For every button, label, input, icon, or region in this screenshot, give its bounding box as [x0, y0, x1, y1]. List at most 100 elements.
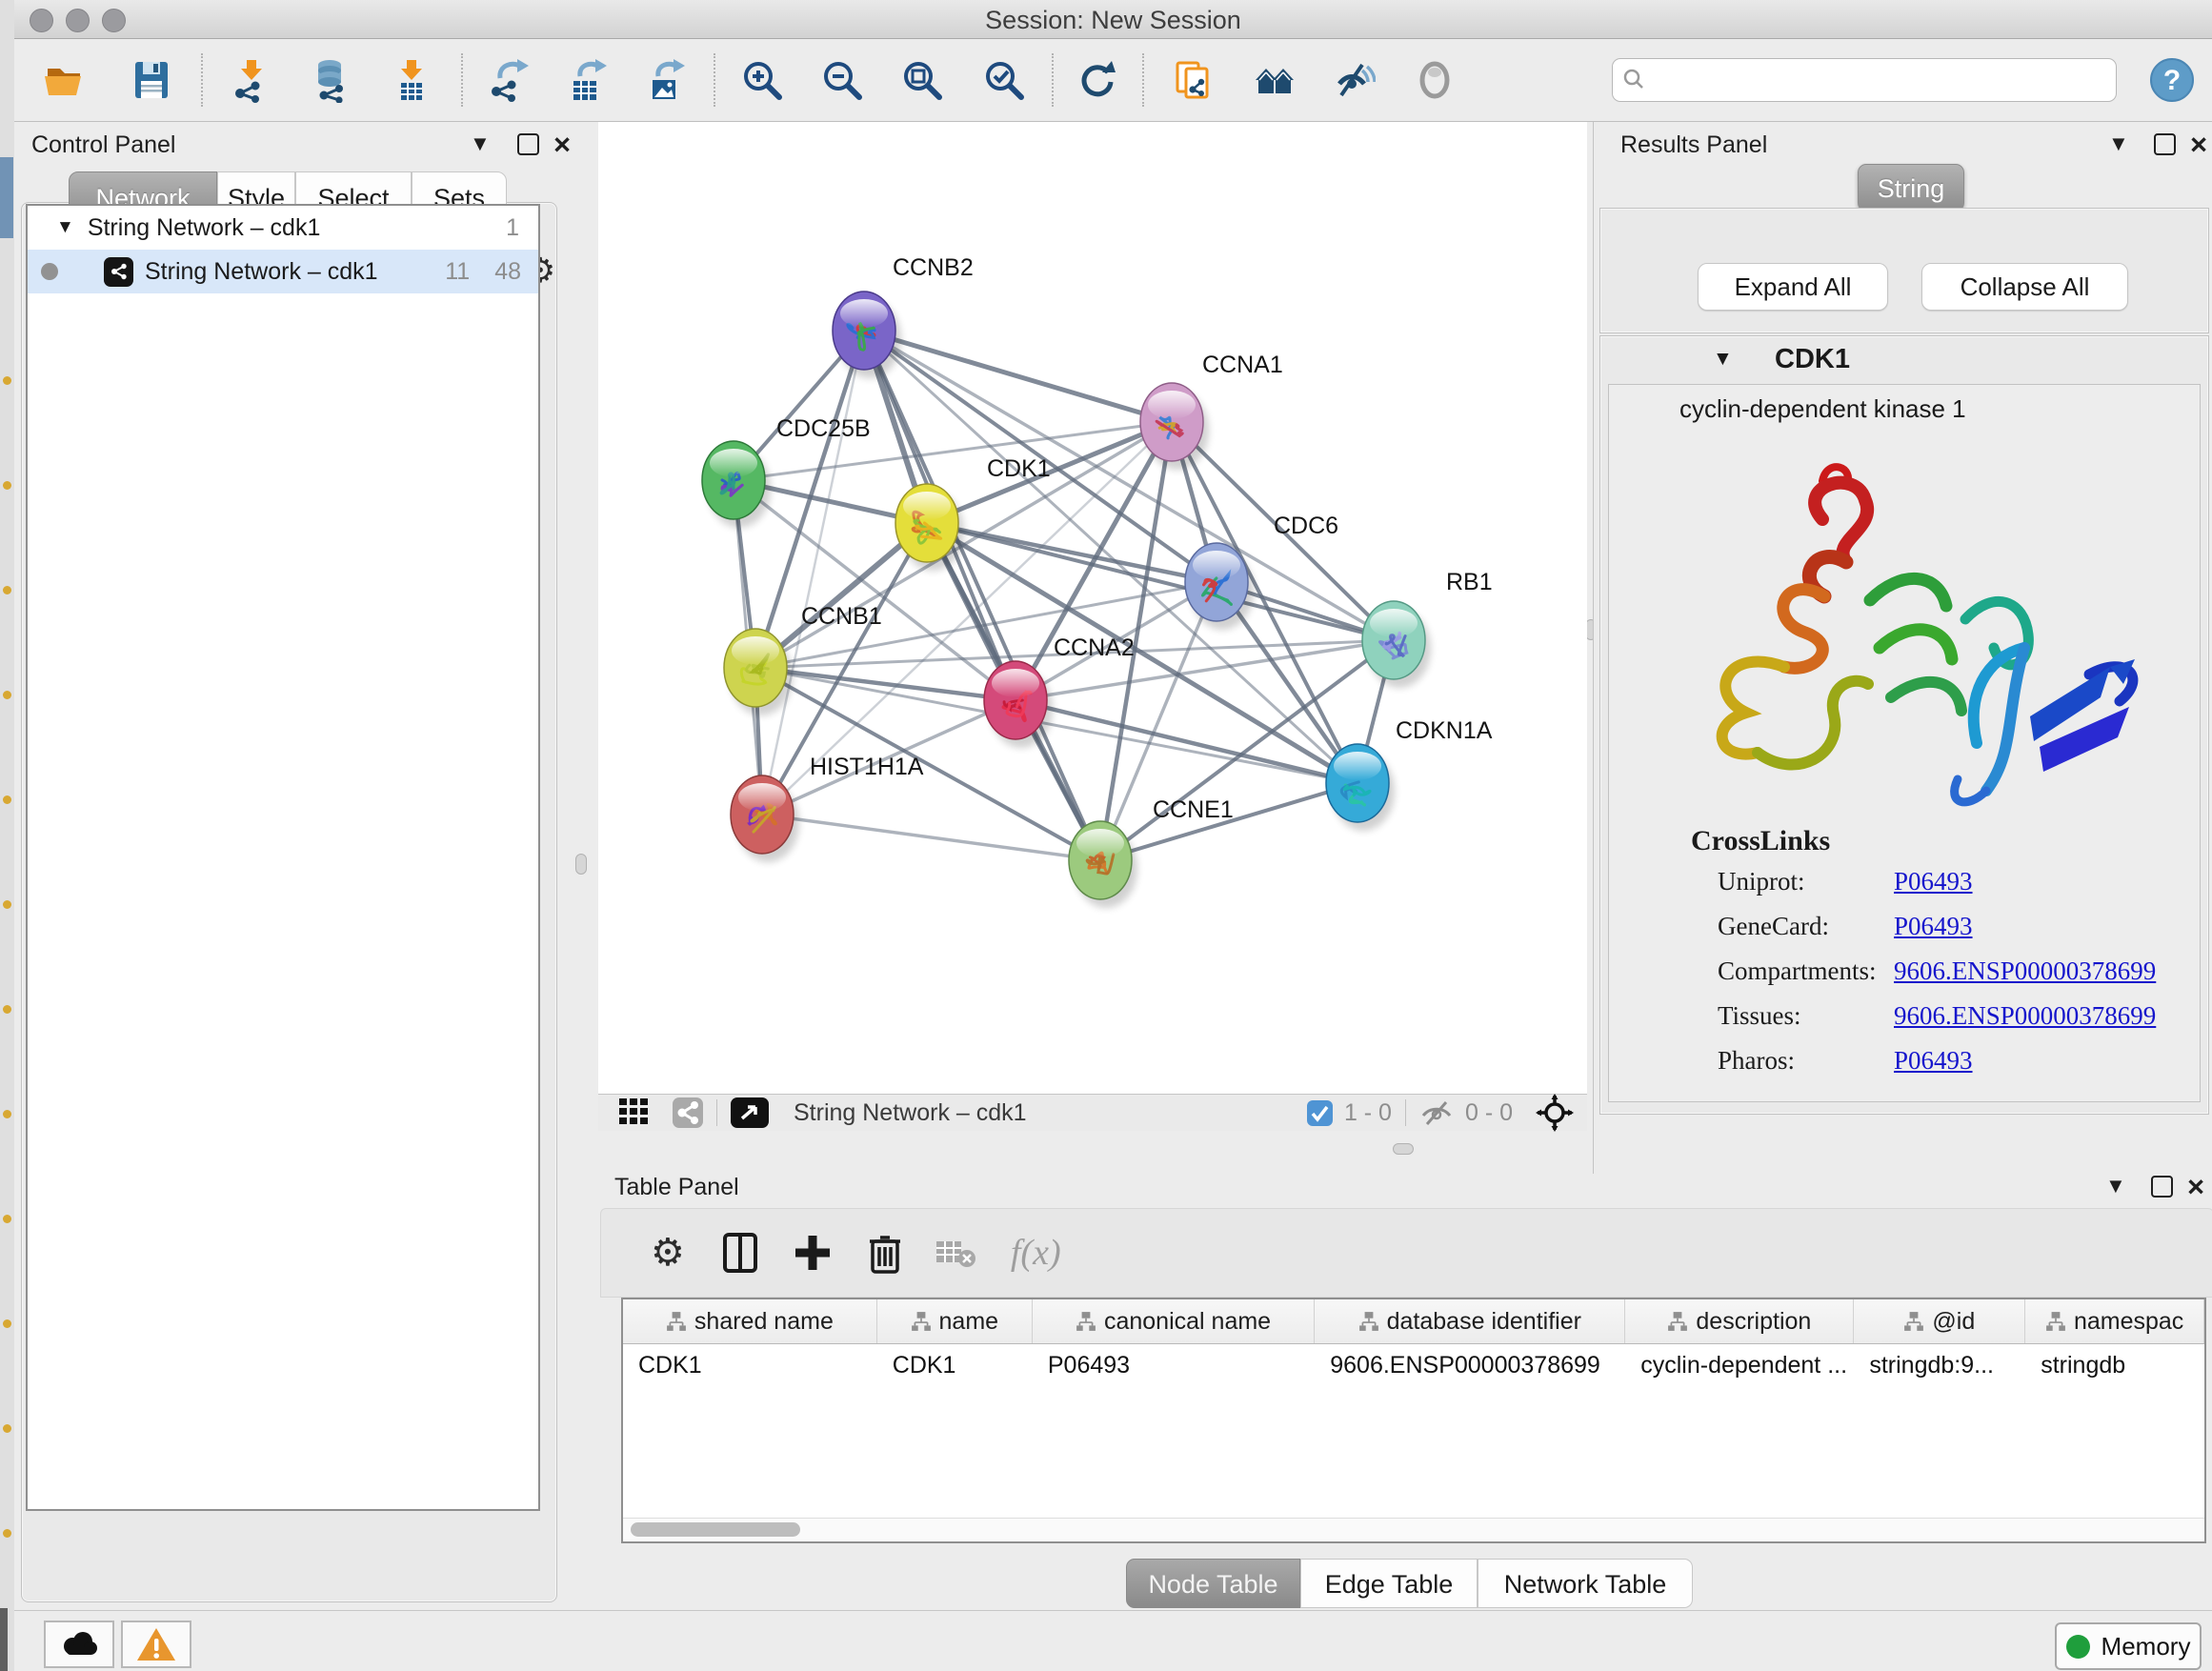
tab-network-table[interactable]: Network Table — [1478, 1559, 1693, 1608]
crosslink-row: Uniprot:P06493 — [1609, 867, 2200, 912]
column-header-name[interactable]: name — [877, 1299, 1033, 1343]
network-canvas[interactable]: CCNB2CCNA1CDC25BCDK1CDC6RB1CCNB1CCNA2CDK… — [598, 122, 1587, 1094]
open-in-window-icon[interactable] — [731, 1097, 769, 1128]
network-collection-row[interactable]: ▼ String Network – cdk1 1 — [28, 206, 538, 250]
expand-all-button[interactable]: Expand All — [1698, 263, 1888, 311]
memory-label: Memory — [2101, 1632, 2191, 1661]
zoom-out-icon[interactable] — [819, 57, 865, 103]
memory-button[interactable]: Memory — [2055, 1622, 2202, 1670]
open-session-icon[interactable] — [41, 57, 87, 103]
network-node-CDKN1A[interactable]: CDKN1A — [1326, 717, 1493, 831]
table-cell[interactable]: cyclin-dependent ... — [1625, 1352, 1854, 1379]
search-input[interactable] — [1612, 58, 2117, 102]
export-table-icon[interactable] — [563, 57, 609, 103]
column-header-description[interactable]: description — [1625, 1299, 1854, 1343]
column-header-namespac[interactable]: namespac — [2025, 1299, 2204, 1343]
hidden-eye-icon[interactable] — [1419, 1099, 1454, 1126]
node-label-CCNA2: CCNA2 — [1054, 634, 1135, 661]
first-neighbors-icon[interactable] — [1170, 57, 1216, 103]
table-hscrollbar — [623, 1518, 2204, 1541]
results-entry-box: ▼ CDK1 cyclin-dependent kinase 1 — [1599, 335, 2209, 1115]
entry-description: cyclin-dependent kinase 1 — [1679, 394, 1966, 424]
control-panel-title: Control Panel — [31, 131, 175, 159]
cloud-button[interactable] — [44, 1621, 114, 1668]
network-edge[interactable] — [864, 331, 1172, 422]
function-builder-icon[interactable]: f(x) — [1011, 1232, 1061, 1274]
network-edge-count: 48 — [494, 258, 521, 286]
create-column-icon[interactable] — [794, 1234, 832, 1272]
crosslink-link[interactable]: P06493 — [1894, 867, 1973, 896]
control-panel: Control Panel ▼ × Network Style Select S… — [14, 122, 564, 1610]
tab-string[interactable]: String — [1858, 164, 1964, 211]
save-session-icon[interactable] — [129, 57, 174, 103]
collection-expander-icon[interactable]: ▼ — [56, 217, 74, 238]
network-edge[interactable] — [864, 331, 1394, 640]
delete-table-icon[interactable] — [935, 1238, 976, 1268]
export-network-icon[interactable] — [485, 57, 531, 103]
table-settings-gear-icon[interactable]: ⚙ — [651, 1236, 685, 1270]
left-splitter-handle[interactable] — [575, 854, 587, 875]
network-node-CCNE1[interactable]: CCNE1 — [1069, 796, 1234, 908]
results-panel-close-icon[interactable]: × — [2190, 135, 2207, 154]
network-status-dot — [41, 263, 58, 280]
collapse-all-button[interactable]: Collapse All — [1921, 263, 2128, 311]
network-node-CCNA1[interactable]: CCNA1 — [1140, 352, 1283, 470]
table-header-row: shared namenamecanonical namedatabase id… — [623, 1299, 2204, 1344]
network-edge[interactable] — [762, 331, 864, 815]
table-panel-float-icon[interactable] — [2151, 1176, 2173, 1203]
table-cell[interactable]: CDK1 — [877, 1352, 1033, 1379]
selected-checkbox-icon[interactable] — [1307, 1100, 1333, 1126]
zoom-selected-icon[interactable] — [981, 57, 1027, 103]
column-header-database-identifier[interactable]: database identifier — [1315, 1299, 1625, 1343]
import-network-file-icon[interactable] — [229, 57, 274, 103]
import-network-database-icon[interactable] — [309, 57, 354, 103]
column-header-canonical-name[interactable]: canonical name — [1033, 1299, 1315, 1343]
network-row[interactable]: String Network – cdk1 11 48 — [28, 250, 538, 293]
string-style-icon[interactable] — [673, 1097, 703, 1128]
crosslink-link[interactable]: P06493 — [1894, 912, 1973, 941]
column-header--id[interactable]: @id — [1854, 1299, 2025, 1343]
show-hidden-icon[interactable] — [1412, 57, 1458, 103]
network-node-RB1[interactable]: RB1 — [1362, 569, 1493, 688]
fit-content-crosshair-icon[interactable] — [1536, 1094, 1574, 1132]
table-cell[interactable]: stringdb — [2025, 1352, 2204, 1379]
table-row[interactable]: CDK1CDK1P064939606.ENSP00000378699cyclin… — [623, 1344, 2204, 1386]
table-cell[interactable]: CDK1 — [623, 1352, 877, 1379]
control-panel-menu-icon[interactable]: ▼ — [470, 131, 491, 156]
results-panel-float-icon[interactable] — [2154, 133, 2176, 161]
export-image-icon[interactable] — [641, 57, 687, 103]
control-panel-close-icon[interactable]: × — [553, 135, 571, 154]
entry-details: cyclin-dependent kinase 1 — [1608, 384, 2201, 1102]
entry-expander-icon[interactable]: ▼ — [1713, 348, 1733, 371]
table-panel-close-icon[interactable]: × — [2187, 1178, 2204, 1197]
import-table-icon[interactable] — [389, 57, 434, 103]
table-panel-menu-icon[interactable]: ▼ — [2105, 1174, 2126, 1198]
tab-edge-table[interactable]: Edge Table — [1300, 1559, 1478, 1608]
table-cell[interactable]: 9606.ENSP00000378699 — [1315, 1352, 1625, 1379]
show-columns-icon[interactable] — [723, 1233, 757, 1273]
column-header-shared-name[interactable]: shared name — [623, 1299, 877, 1343]
hidden-counts: 0 - 0 — [1465, 1099, 1513, 1127]
cytoscape-window: Session: New Session — [0, 0, 2212, 1671]
network-node-CDC25B[interactable]: CDC25B — [702, 415, 871, 528]
tab-node-table[interactable]: Node Table — [1126, 1559, 1300, 1608]
help-icon[interactable]: ? — [2149, 57, 2195, 103]
table-cell[interactable]: P06493 — [1033, 1352, 1315, 1379]
show-all-networks-icon[interactable] — [1252, 57, 1297, 103]
crosslink-link[interactable]: P06493 — [1894, 1046, 1973, 1076]
crosslink-link[interactable]: 9606.ENSP00000378699 — [1894, 956, 2156, 986]
warnings-button[interactable] — [121, 1621, 191, 1668]
table-cell[interactable]: stringdb:9... — [1854, 1352, 2025, 1379]
birdseye-grid-icon[interactable] — [619, 1098, 650, 1127]
control-panel-float-icon[interactable] — [517, 133, 539, 161]
crosslink-link[interactable]: 9606.ENSP00000378699 — [1894, 1001, 2156, 1031]
network-edge[interactable] — [762, 815, 1100, 860]
delete-column-icon[interactable] — [868, 1232, 902, 1274]
network-edge[interactable] — [864, 331, 1100, 860]
hide-selection-icon[interactable] — [1330, 57, 1376, 103]
zoom-fit-icon[interactable] — [899, 57, 945, 103]
refresh-view-icon[interactable] — [1074, 57, 1119, 103]
zoom-in-icon[interactable] — [739, 57, 785, 103]
table-hscrollbar-thumb[interactable] — [631, 1522, 800, 1537]
results-panel-menu-icon[interactable]: ▼ — [2108, 131, 2129, 156]
